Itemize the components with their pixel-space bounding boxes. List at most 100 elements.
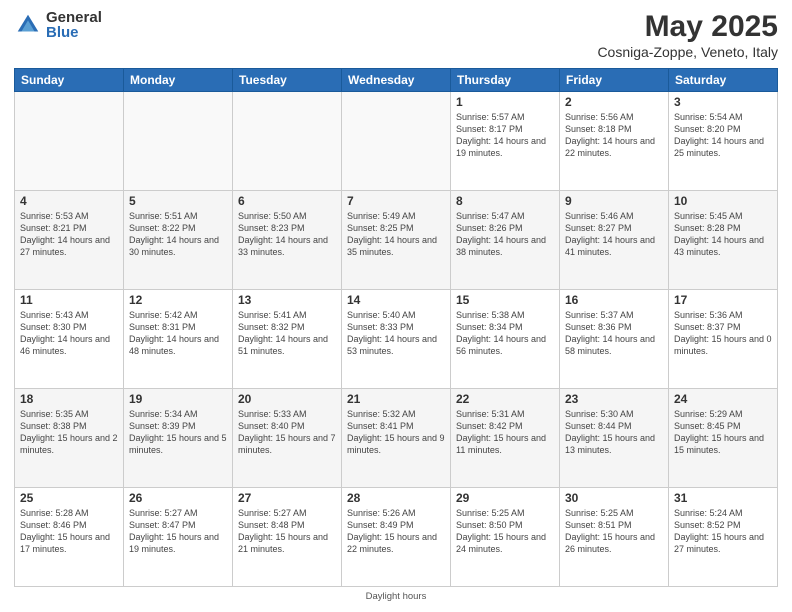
calendar-week-2: 4 Sunrise: 5:53 AM Sunset: 8:21 PM Daylig… [15, 191, 778, 290]
cell-info: Sunrise: 5:41 AM Sunset: 8:32 PM Dayligh… [238, 309, 336, 358]
calendar-cell-29: 26Sunrise: 5:27 AM Sunset: 8:47 PM Dayli… [124, 488, 233, 587]
cell-date: 5 [129, 194, 227, 208]
cell-info: Sunrise: 5:47 AM Sunset: 8:26 PM Dayligh… [456, 210, 554, 259]
cell-date: 14 [347, 293, 445, 307]
cell-info: Sunrise: 5:37 AM Sunset: 8:36 PM Dayligh… [565, 309, 663, 358]
cell-info: Sunrise: 5:35 AM Sunset: 8:38 PM Dayligh… [20, 408, 118, 457]
cell-date: 24 [674, 392, 772, 406]
calendar-cell-2 [233, 92, 342, 191]
logo-blue: Blue [46, 25, 102, 40]
cell-date: 10 [674, 194, 772, 208]
cell-info: Sunrise: 5:40 AM Sunset: 8:33 PM Dayligh… [347, 309, 445, 358]
calendar-cell-19: 16 Sunrise: 5:37 AM Sunset: 8:36 PM Dayli… [560, 290, 669, 389]
calendar-cell-10: 7 Sunrise: 5:49 AM Sunset: 8:25 PM Daylig… [342, 191, 451, 290]
calendar-cell-14: 11Sunrise: 5:43 AM Sunset: 8:30 PM Dayli… [15, 290, 124, 389]
cell-date: 9 [565, 194, 663, 208]
cell-date: 17 [674, 293, 772, 307]
logo-icon [14, 11, 42, 39]
calendar-cell-25: 22 Sunrise: 5:31 AM Sunset: 8:42 PM Dayli… [451, 389, 560, 488]
calendar-cell-11: 8 Sunrise: 5:47 AM Sunset: 8:26 PM Daylig… [451, 191, 560, 290]
calendar-cell-32: 29 Sunrise: 5:25 AM Sunset: 8:50 PM Dayli… [451, 488, 560, 587]
cell-info: Sunrise: 5:45 AM Sunset: 8:28 PM Dayligh… [674, 210, 772, 259]
cell-date: 7 [347, 194, 445, 208]
cell-info: Sunrise: 5:49 AM Sunset: 8:25 PM Dayligh… [347, 210, 445, 259]
cell-date: 20 [238, 392, 336, 406]
cell-date: 23 [565, 392, 663, 406]
calendar-cell-33: 30Sunrise: 5:25 AM Sunset: 8:51 PM Dayli… [560, 488, 669, 587]
calendar-cell-15: 12 Sunrise: 5:42 AM Sunset: 8:31 PM Dayli… [124, 290, 233, 389]
cell-info: Sunrise: 5:26 AM Sunset: 8:49 PM Dayligh… [347, 507, 445, 556]
cell-date: 3 [674, 95, 772, 109]
month-title: May 2025 [597, 10, 778, 44]
cell-info: Sunrise: 5:50 AM Sunset: 8:23 PM Dayligh… [238, 210, 336, 259]
calendar-cell-22: 19 Sunrise: 5:34 AM Sunset: 8:39 PM Dayli… [124, 389, 233, 488]
calendar-cell-12: 9Sunrise: 5:46 AM Sunset: 8:27 PM Daylig… [560, 191, 669, 290]
cell-date: 15 [456, 293, 554, 307]
cell-info: Sunrise: 5:33 AM Sunset: 8:40 PM Dayligh… [238, 408, 336, 457]
calendar-cell-6: 3 Sunrise: 5:54 AM Sunset: 8:20 PM Daylig… [669, 92, 778, 191]
calendar-cell-18: 15 Sunrise: 5:38 AM Sunset: 8:34 PM Dayli… [451, 290, 560, 389]
cell-info: Sunrise: 5:25 AM Sunset: 8:50 PM Dayligh… [456, 507, 554, 556]
calendar-cell-23: 20 Sunrise: 5:33 AM Sunset: 8:40 PM Dayli… [233, 389, 342, 488]
cell-info: Sunrise: 5:25 AM Sunset: 8:51 PM Dayligh… [565, 507, 663, 556]
cell-info: Sunrise: 5:32 AM Sunset: 8:41 PM Dayligh… [347, 408, 445, 457]
footer: Daylight hours [14, 591, 778, 602]
cell-info: Sunrise: 5:27 AM Sunset: 8:47 PM Dayligh… [129, 507, 227, 556]
day-header-saturday: Saturday [669, 69, 778, 92]
cell-date: 28 [347, 491, 445, 505]
cell-info: Sunrise: 5:42 AM Sunset: 8:31 PM Dayligh… [129, 309, 227, 358]
calendar-cell-4: 1Sunrise: 5:57 AM Sunset: 8:17 PM Daylig… [451, 92, 560, 191]
cell-info: Sunrise: 5:38 AM Sunset: 8:34 PM Dayligh… [456, 309, 554, 358]
cell-date: 19 [129, 392, 227, 406]
cell-info: Sunrise: 5:31 AM Sunset: 8:42 PM Dayligh… [456, 408, 554, 457]
calendar-week-5: 25 Sunrise: 5:28 AM Sunset: 8:46 PM Dayli… [15, 488, 778, 587]
calendar-cell-34: 31 Sunrise: 5:24 AM Sunset: 8:52 PM Dayli… [669, 488, 778, 587]
cell-info: Sunrise: 5:57 AM Sunset: 8:17 PM Dayligh… [456, 111, 554, 160]
calendar-cell-20: 17Sunrise: 5:36 AM Sunset: 8:37 PM Dayli… [669, 290, 778, 389]
page: General Blue May 2025 Cosniga-Zoppe, Ven… [0, 0, 792, 612]
calendar-cell-24: 21 Sunrise: 5:32 AM Sunset: 8:41 PM Dayli… [342, 389, 451, 488]
calendar-header-row: SundayMondayTuesdayWednesdayThursdayFrid… [15, 69, 778, 92]
title-block: May 2025 Cosniga-Zoppe, Veneto, Italy [597, 10, 778, 60]
logo-text: General Blue [46, 10, 102, 40]
calendar-table: SundayMondayTuesdayWednesdayThursdayFrid… [14, 68, 778, 587]
subtitle: Cosniga-Zoppe, Veneto, Italy [597, 44, 778, 60]
cell-date: 8 [456, 194, 554, 208]
cell-date: 16 [565, 293, 663, 307]
calendar-cell-9: 6 Sunrise: 5:50 AM Sunset: 8:23 PM Daylig… [233, 191, 342, 290]
cell-info: Sunrise: 5:43 AM Sunset: 8:30 PM Dayligh… [20, 309, 118, 358]
cell-info: Sunrise: 5:54 AM Sunset: 8:20 PM Dayligh… [674, 111, 772, 160]
day-header-friday: Friday [560, 69, 669, 92]
calendar-cell-26: 23Sunrise: 5:30 AM Sunset: 8:44 PM Dayli… [560, 389, 669, 488]
calendar-cell-30: 27 Sunrise: 5:27 AM Sunset: 8:48 PM Dayli… [233, 488, 342, 587]
header: General Blue May 2025 Cosniga-Zoppe, Ven… [14, 10, 778, 60]
cell-date: 25 [20, 491, 118, 505]
cell-date: 12 [129, 293, 227, 307]
logo-general: General [46, 10, 102, 25]
day-header-tuesday: Tuesday [233, 69, 342, 92]
calendar-cell-7: 4 Sunrise: 5:53 AM Sunset: 8:21 PM Daylig… [15, 191, 124, 290]
cell-date: 27 [238, 491, 336, 505]
calendar-cell-1 [124, 92, 233, 191]
cell-date: 4 [20, 194, 118, 208]
calendar-cell-8: 5Sunrise: 5:51 AM Sunset: 8:22 PM Daylig… [124, 191, 233, 290]
cell-date: 29 [456, 491, 554, 505]
cell-info: Sunrise: 5:53 AM Sunset: 8:21 PM Dayligh… [20, 210, 118, 259]
cell-date: 21 [347, 392, 445, 406]
day-header-monday: Monday [124, 69, 233, 92]
calendar-cell-0 [15, 92, 124, 191]
cell-info: Sunrise: 5:34 AM Sunset: 8:39 PM Dayligh… [129, 408, 227, 457]
calendar-cell-21: 18 Sunrise: 5:35 AM Sunset: 8:38 PM Dayli… [15, 389, 124, 488]
cell-info: Sunrise: 5:24 AM Sunset: 8:52 PM Dayligh… [674, 507, 772, 556]
cell-info: Sunrise: 5:28 AM Sunset: 8:46 PM Dayligh… [20, 507, 118, 556]
cell-date: 22 [456, 392, 554, 406]
cell-date: 31 [674, 491, 772, 505]
cell-date: 18 [20, 392, 118, 406]
cell-date: 2 [565, 95, 663, 109]
calendar-week-4: 18 Sunrise: 5:35 AM Sunset: 8:38 PM Dayli… [15, 389, 778, 488]
cell-info: Sunrise: 5:27 AM Sunset: 8:48 PM Dayligh… [238, 507, 336, 556]
calendar-cell-3 [342, 92, 451, 191]
cell-info: Sunrise: 5:56 AM Sunset: 8:18 PM Dayligh… [565, 111, 663, 160]
cell-info: Sunrise: 5:29 AM Sunset: 8:45 PM Dayligh… [674, 408, 772, 457]
cell-date: 6 [238, 194, 336, 208]
